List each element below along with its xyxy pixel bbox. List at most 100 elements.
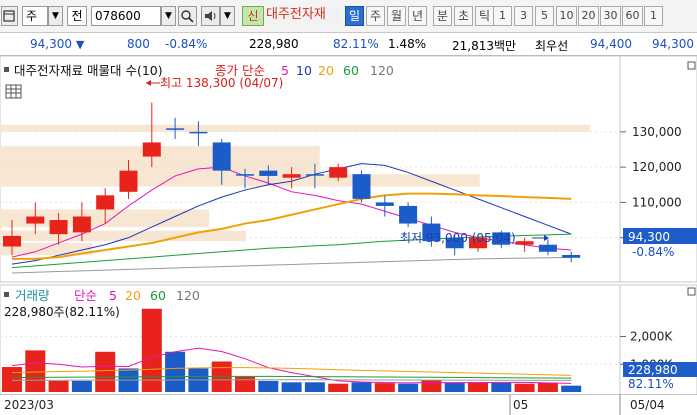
volume-bar-17 [398, 383, 419, 392]
candle-body-10 [236, 174, 254, 176]
current-volume-ratio-label: 82.11% [628, 377, 674, 391]
interval-button-7[interactable]: 1 [644, 6, 663, 26]
volume-bar-23 [537, 382, 558, 392]
toolbar: 주 ▼ 전 078600 ▼ ▼ 신 대주전자재 일 주 월 년 분 초 틱 1 3 5 10 20 3… [0, 0, 697, 33]
speaker-icon[interactable] [201, 6, 220, 26]
candle-body-5 [119, 170, 138, 192]
interval-button-1[interactable]: 3 [514, 6, 533, 26]
period-tab-0[interactable]: 일 [345, 6, 364, 26]
price-panel-marker-icon [4, 67, 9, 72]
volume-bar-0 [2, 367, 22, 392]
stock-code-input[interactable]: 078600 [91, 6, 161, 26]
volume-bar-19 [444, 382, 465, 392]
volume-bar-1 [25, 350, 46, 392]
candle-body-9 [212, 142, 231, 171]
ma20-label[interactable]: 20 [318, 63, 334, 78]
market-type-label: 주 [26, 9, 38, 23]
interval-button-6[interactable]: 60 [622, 6, 643, 26]
volume-ratio: 82.11% [333, 37, 379, 51]
volume: 228,980 [249, 37, 299, 51]
candle-body-12 [282, 174, 301, 178]
interval-button-4[interactable]: 20 [578, 6, 599, 26]
chart-area[interactable]: 130,000120,000110,000100,000 2,000K1,000… [0, 55, 697, 415]
volume-bar-4 [95, 351, 116, 392]
high-annotation-text: 최고 138,300 (04/07) [160, 76, 283, 90]
candle-body-15 [352, 174, 371, 199]
volume-bar-21 [491, 382, 512, 392]
period-tab-2[interactable]: 월 [387, 6, 406, 26]
price-tick-label-0: 130,000 [632, 125, 682, 139]
volume-bar-13 [304, 382, 325, 392]
volume-bar-11 [258, 380, 279, 392]
new-stock-badge-label: 신 [247, 9, 259, 23]
volume-bar-20 [468, 382, 488, 392]
ma120-label[interactable]: 120 [370, 63, 394, 78]
volume-bar-24 [561, 385, 582, 392]
price-change: 800 [127, 37, 150, 51]
price-tick-label-2: 110,000 [632, 195, 682, 209]
candle-body-22 [515, 241, 534, 245]
date-label-current: 05/04 [630, 398, 665, 412]
window-menu-icon[interactable] [1, 6, 18, 26]
period-tab-5[interactable]: 초 [454, 6, 473, 26]
date-label-start: 2023/03 [4, 398, 54, 412]
stock-code-value: 078600 [95, 9, 141, 23]
price-panel-title[interactable]: 대주전자재료 매물대 수(10) [14, 63, 163, 78]
candle-body-14 [329, 167, 348, 178]
volume-panel-marker-icon [4, 292, 9, 297]
candle-body-1 [26, 216, 45, 224]
volume-ma20-label[interactable]: 20 [125, 288, 141, 303]
volume-ma120-label[interactable]: 120 [176, 288, 200, 303]
current-price-value: 94,300 [30, 37, 72, 51]
candle-body-13 [305, 174, 324, 176]
market-type-dropdown-icon[interactable]: ▼ [48, 6, 63, 26]
period-tab-3[interactable]: 년 [408, 6, 427, 26]
candle-body-11 [259, 170, 278, 176]
stock-name-label: 대주전자재 [266, 7, 326, 22]
speaker-dropdown-icon[interactable]: ▼ [220, 6, 235, 26]
new-stock-badge[interactable]: 신 [242, 6, 264, 26]
interval-button-2[interactable]: 5 [535, 6, 554, 26]
interval-button-0[interactable]: 1 [493, 6, 512, 26]
volume-bar-15 [351, 382, 372, 392]
volume-ma60-label[interactable]: 60 [150, 288, 166, 303]
best-quote-label: 최우선 [535, 39, 569, 53]
date-label-may: 05 [513, 398, 528, 412]
volume-profile-bar-0 [0, 124, 591, 132]
volume-bar-7 [165, 351, 186, 392]
interval-button-5[interactable]: 30 [600, 6, 621, 26]
candle-body-23 [538, 244, 557, 252]
prev-stock-label: 전 [71, 9, 83, 23]
volume-panel-title[interactable]: 거래량 [15, 288, 50, 303]
trade-amount: 21,813백만 [452, 39, 517, 53]
price-tick-label-1: 120,000 [632, 160, 682, 174]
volume-current-info: 228,980주(82.11%) [4, 305, 120, 319]
prev-stock-button[interactable]: 전 [67, 6, 87, 26]
price-change-pct: -0.84% [165, 37, 208, 51]
period-tab-6[interactable]: 틱 [475, 6, 494, 26]
ma10-label[interactable]: 10 [296, 63, 312, 78]
volume-bar-16 [374, 383, 395, 392]
current-price: 94,300 ▼ [30, 37, 84, 51]
market-type-select[interactable]: 주 [22, 6, 48, 26]
volume-bar-22 [514, 383, 535, 392]
candle-body-17 [399, 205, 418, 224]
volume-bar-2 [48, 380, 69, 392]
volume-bar-3 [71, 380, 92, 392]
period-tab-1[interactable]: 주 [366, 6, 385, 26]
stock-code-dropdown-icon[interactable]: ▼ [161, 6, 176, 26]
candle-body-7 [166, 128, 185, 130]
volume-bar-10 [235, 376, 255, 392]
volume-bar-14 [328, 383, 349, 392]
interval-button-3[interactable]: 10 [556, 6, 577, 26]
current-volume-axis-label: 228,980 [628, 363, 678, 377]
quote-bar: 94,300 ▼ 800 -0.84% 228,980 82.11% 1.48%… [0, 33, 697, 56]
period-tab-4[interactable]: 분 [433, 6, 452, 26]
table-view-icon[interactable] [5, 84, 22, 99]
search-icon[interactable] [178, 6, 197, 26]
volume-ma5-label[interactable]: 5 [109, 288, 117, 303]
ma60-label[interactable]: 60 [343, 63, 359, 78]
price-down-arrow-icon: ▼ [75, 38, 85, 51]
stock-chart[interactable]: 130,000120,000110,000100,000 2,000K1,000… [0, 55, 697, 415]
turnover-ratio: 1.48% [388, 37, 427, 51]
